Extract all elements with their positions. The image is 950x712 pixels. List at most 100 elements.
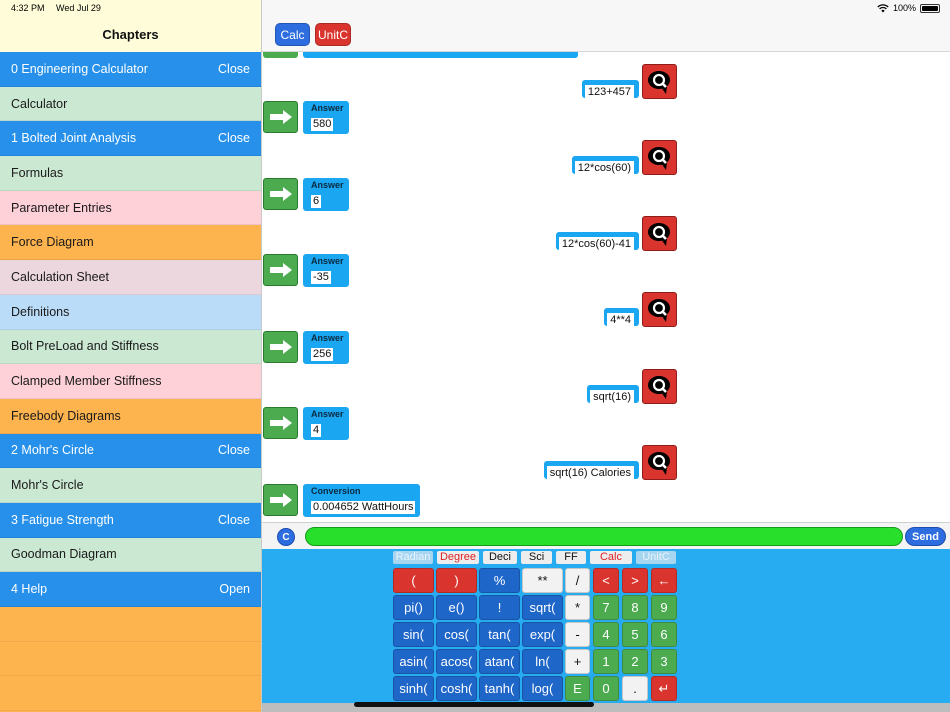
sidebar-item-label: Clamped Member Stiffness <box>11 374 162 389</box>
ask-icon[interactable] <box>642 64 677 99</box>
mode-calc[interactable]: Calc <box>590 551 632 564</box>
calc-button[interactable]: Calc <box>275 23 310 46</box>
send-button[interactable]: Send <box>905 527 946 546</box>
key-sqrt-key[interactable]: sqrt( <box>522 595 563 620</box>
key-enter-key[interactable]: ↵ <box>651 676 677 701</box>
key-acos-key[interactable]: acos( <box>436 649 477 674</box>
key-percent-key[interactable]: % <box>479 568 520 593</box>
key-cosh-key[interactable]: cosh( <box>436 676 477 701</box>
ask-icon[interactable] <box>642 292 677 327</box>
sidebar-item[interactable]: 2 Mohr's Circle Close <box>0 433 261 469</box>
sidebar-item[interactable]: Definitions <box>0 294 261 330</box>
key-2-key[interactable]: 2 <box>622 649 648 674</box>
key-sinh-key[interactable]: sinh( <box>393 676 434 701</box>
unitc-button[interactable]: UnitC <box>315 23 351 46</box>
mode-radian[interactable]: Radian <box>393 551 433 564</box>
clear-button[interactable]: C <box>277 528 295 546</box>
key-8-key[interactable]: 8 <box>622 595 648 620</box>
sidebar-item[interactable]: Goodman Diagram <box>0 537 261 573</box>
key-5-key[interactable]: 5 <box>622 622 648 647</box>
sidebar-item[interactable]: Mohr's Circle <box>0 468 261 503</box>
sidebar-item[interactable]: Formulas <box>0 156 261 191</box>
sidebar-item-label: Freebody Diagrams <box>11 408 121 423</box>
ask-icon[interactable] <box>642 445 677 480</box>
key-exponent-e-key[interactable]: E <box>565 676 590 701</box>
key-divide-key[interactable]: / <box>565 568 590 593</box>
sidebar-item[interactable]: 3 Fatigue Strength Close <box>0 502 261 538</box>
key-6-key[interactable]: 6 <box>651 622 677 647</box>
key-open-paren-key[interactable]: ( <box>393 568 434 593</box>
key-backspace-key[interactable]: ← <box>651 568 677 593</box>
sidebar-item-label: Parameter Entries <box>11 200 112 215</box>
answer-header: Answer <box>311 409 344 419</box>
key-0-key[interactable]: 0 <box>593 676 619 701</box>
key-factorial-key[interactable]: ! <box>479 595 520 620</box>
sidebar-item[interactable]: 4 Help Open <box>0 572 261 607</box>
key-sin-key[interactable]: sin( <box>393 622 434 647</box>
key-tan-key[interactable]: tan( <box>479 622 520 647</box>
key-plus-key[interactable]: + <box>565 649 590 674</box>
key-1-key[interactable]: 1 <box>593 649 619 674</box>
key-tanh-key[interactable]: tanh( <box>479 676 520 701</box>
key-log-key[interactable]: log( <box>522 676 563 701</box>
key-cursor-right-key[interactable]: > <box>622 568 648 593</box>
answer-value: 256 <box>311 348 334 361</box>
sidebar-item-action[interactable]: Close <box>218 62 250 76</box>
question-text: 12*cos(60) <box>574 161 634 175</box>
ask-icon[interactable] <box>642 140 677 175</box>
expression-input[interactable] <box>305 527 903 546</box>
mode-ff[interactable]: FF <box>556 551 586 564</box>
sidebar-item-action[interactable]: Close <box>218 131 250 145</box>
mode-unitc[interactable]: UnitC <box>636 551 676 564</box>
status-time-date: 4:32 PM Wed Jul 29 <box>11 3 110 13</box>
status-indicators: 100% <box>877 3 940 13</box>
key-atan-key[interactable]: atan( <box>479 649 520 674</box>
key-close-paren-key[interactable]: ) <box>436 568 477 593</box>
answer-arrow-icon <box>263 484 298 516</box>
sidebar-item[interactable]: Parameter Entries <box>0 190 261 226</box>
sidebar-item[interactable]: Freebody Diagrams <box>0 398 261 434</box>
key-pi-key[interactable]: pi() <box>393 595 434 620</box>
sidebar-item[interactable]: 1 Bolted Joint Analysis Close <box>0 121 261 157</box>
chapters-sidebar: Chapters 4:32 PM Wed Jul 29 0 Engineerin… <box>0 0 262 712</box>
sidebar-item-action[interactable]: Open <box>219 582 250 596</box>
sidebar-item-label: 1 Bolted Joint Analysis <box>11 131 137 146</box>
key-multiply-key[interactable]: * <box>565 595 590 620</box>
sidebar-item[interactable]: Clamped Member Stiffness <box>0 364 261 399</box>
key-asin-key[interactable]: asin( <box>393 649 434 674</box>
key-decimal-point-key[interactable]: . <box>622 676 648 701</box>
sidebar-item-label: 3 Fatigue Strength <box>11 512 114 527</box>
battery-percent: 100% <box>892 3 916 13</box>
answer-bubble: Answer 256 <box>303 331 349 364</box>
key-minus-key[interactable]: - <box>565 622 590 647</box>
sidebar-empty-row <box>0 676 261 712</box>
sidebar-item[interactable]: Force Diagram <box>0 225 261 261</box>
sidebar-item[interactable]: 0 Engineering Calculator Close <box>0 52 261 87</box>
sidebar-item-action[interactable]: Close <box>218 513 250 527</box>
key-e-key[interactable]: e() <box>436 595 477 620</box>
key-3-key[interactable]: 3 <box>651 649 677 674</box>
ask-icon[interactable] <box>642 216 677 251</box>
key-exp-key[interactable]: exp( <box>522 622 563 647</box>
answer-arrow-icon <box>263 331 298 363</box>
question-bubble: 123+457 <box>581 80 639 99</box>
key-ln-key[interactable]: ln( <box>522 649 563 674</box>
question-text: sqrt(16) Calories <box>546 466 634 480</box>
key-cos-key[interactable]: cos( <box>436 622 477 647</box>
chat-history: 123+457 Answer 580 12*cos(60) Answer 6 12*cos(… <box>262 52 950 522</box>
key-9-key[interactable]: 9 <box>651 595 677 620</box>
mode-sci[interactable]: Sci <box>521 551 552 564</box>
key-power-key[interactable]: ** <box>522 568 563 593</box>
question-bubble: 12*cos(60)-41 <box>555 232 639 251</box>
sidebar-item-action[interactable]: Close <box>218 443 250 457</box>
question-text: 4**4 <box>607 313 634 327</box>
ask-icon[interactable] <box>642 369 677 404</box>
mode-degree[interactable]: Degree <box>437 551 479 564</box>
key-4-key[interactable]: 4 <box>593 622 619 647</box>
key-7-key[interactable]: 7 <box>593 595 619 620</box>
sidebar-item[interactable]: Calculation Sheet <box>0 260 261 295</box>
mode-deci[interactable]: Deci <box>483 551 517 564</box>
key-cursor-left-key[interactable]: < <box>593 568 619 593</box>
sidebar-item[interactable]: Calculator <box>0 86 261 122</box>
sidebar-item[interactable]: Bolt PreLoad and Stiffness <box>0 329 261 365</box>
